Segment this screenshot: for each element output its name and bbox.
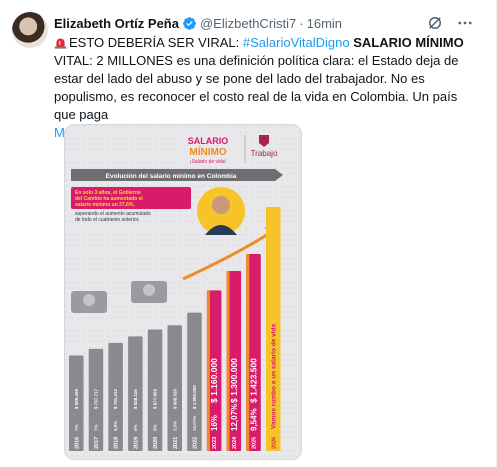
increase-label-2024: 12,07% <box>230 404 239 431</box>
author-handle[interactable]: @ElizbethCristi7 <box>200 16 296 31</box>
tweet-header: Elizabeth Ortíz Peña @ElizbethCristi7 · … <box>54 14 342 32</box>
value-label-2016: $ 689.455 <box>74 388 79 409</box>
value-label-2022: $ 1.000.000 <box>192 385 197 409</box>
value-label-2020: $ 877.803 <box>153 388 158 409</box>
tweet-text-bold: SALARIO MÍNIMO <box>349 35 464 50</box>
final-bar-label: Vamos rumbo a un salario de vida <box>270 323 277 429</box>
timestamp[interactable]: 16min <box>307 16 342 31</box>
infographic: SALARIO MÍNIMO ¡Salario de vida! Trabajo… <box>65 125 301 459</box>
year-label-2019: 2019 <box>133 437 139 449</box>
logo-line1: SALARIO <box>188 136 229 146</box>
increase-label-2019: 6% <box>133 424 138 431</box>
avatar[interactable] <box>12 12 48 48</box>
year-label-2020: 2020 <box>153 437 159 449</box>
logo-sub: ¡Salario de vida! <box>190 159 226 165</box>
tweet-card[interactable]: Elizabeth Ortíz Peña @ElizbethCristi7 · … <box>0 0 497 467</box>
increase-label-2016: 7% <box>74 424 79 431</box>
value-label-2023: $ 1.160.000 <box>209 358 219 403</box>
year-label-2026: 2026 <box>271 437 277 449</box>
salario-minimo-logo: SALARIO MÍNIMO ¡Salario de vida! <box>175 133 241 165</box>
value-label-2024: $ 1.300.000 <box>229 358 239 403</box>
value-label-2017: $ 737.717 <box>93 388 98 409</box>
increase-label-2017: 7% <box>93 424 98 431</box>
increase-label-2020: 6% <box>153 424 158 431</box>
tweet-text-lead: ESTO DEBERÍA SER VIRAL: <box>69 35 243 50</box>
callout-line3: salario mínimo un 37,6%, <box>75 202 135 208</box>
value-label-2018: $ 781.242 <box>113 388 118 409</box>
author-name[interactable]: Elizabeth Ortíz Peña <box>54 16 179 31</box>
verified-badge-icon <box>183 16 196 30</box>
siren-emoji-icon <box>54 38 67 49</box>
year-label-2016: 2016 <box>74 437 80 449</box>
hashtag-link[interactable]: #SalarioVitalDigno <box>243 35 350 50</box>
callout-line5: de todo el cuatrienio anterior. <box>75 217 140 223</box>
year-label-2018: 2018 <box>114 437 120 449</box>
increase-label-2018: 5,9% <box>113 421 118 431</box>
increase-label-2025: 9,54% <box>250 408 259 431</box>
banner-title: Evolución del salario mínimo en Colombia <box>106 173 237 180</box>
value-label-2025: $ 1.423.500 <box>249 358 259 403</box>
value-label-2019: $ 828.116 <box>133 389 138 409</box>
year-label-2023: 2023 <box>212 437 218 449</box>
grok-icon[interactable] <box>426 14 444 32</box>
increase-label-2023: 16% <box>210 415 219 431</box>
ministry-label: Trabajo <box>251 149 278 158</box>
logo-line2: MÍNIMO <box>189 145 226 158</box>
year-label-2021: 2021 <box>173 437 179 449</box>
year-label-2024: 2024 <box>232 436 238 449</box>
value-label-2021: $ 908.526 <box>172 388 177 409</box>
year-label-2022: 2022 <box>192 437 198 449</box>
increase-label-2021: 3,5% <box>172 421 177 431</box>
president-portrait <box>197 187 245 235</box>
tweet-image[interactable]: SALARIO MÍNIMO ¡Salario de vida! Trabajo… <box>64 124 302 460</box>
year-label-2025: 2025 <box>252 437 258 449</box>
increase-label-2022: 10,07% <box>192 416 197 431</box>
former-president-portrait-2 <box>131 281 167 303</box>
former-president-portrait-1 <box>71 291 107 313</box>
bar-2021 <box>167 325 182 451</box>
tweet-text-rest: VITAL: 2 MILLONES es una definición polí… <box>54 53 459 122</box>
year-label-2017: 2017 <box>94 437 100 449</box>
more-options-icon[interactable] <box>456 14 474 32</box>
separator-dot: · <box>299 15 304 31</box>
